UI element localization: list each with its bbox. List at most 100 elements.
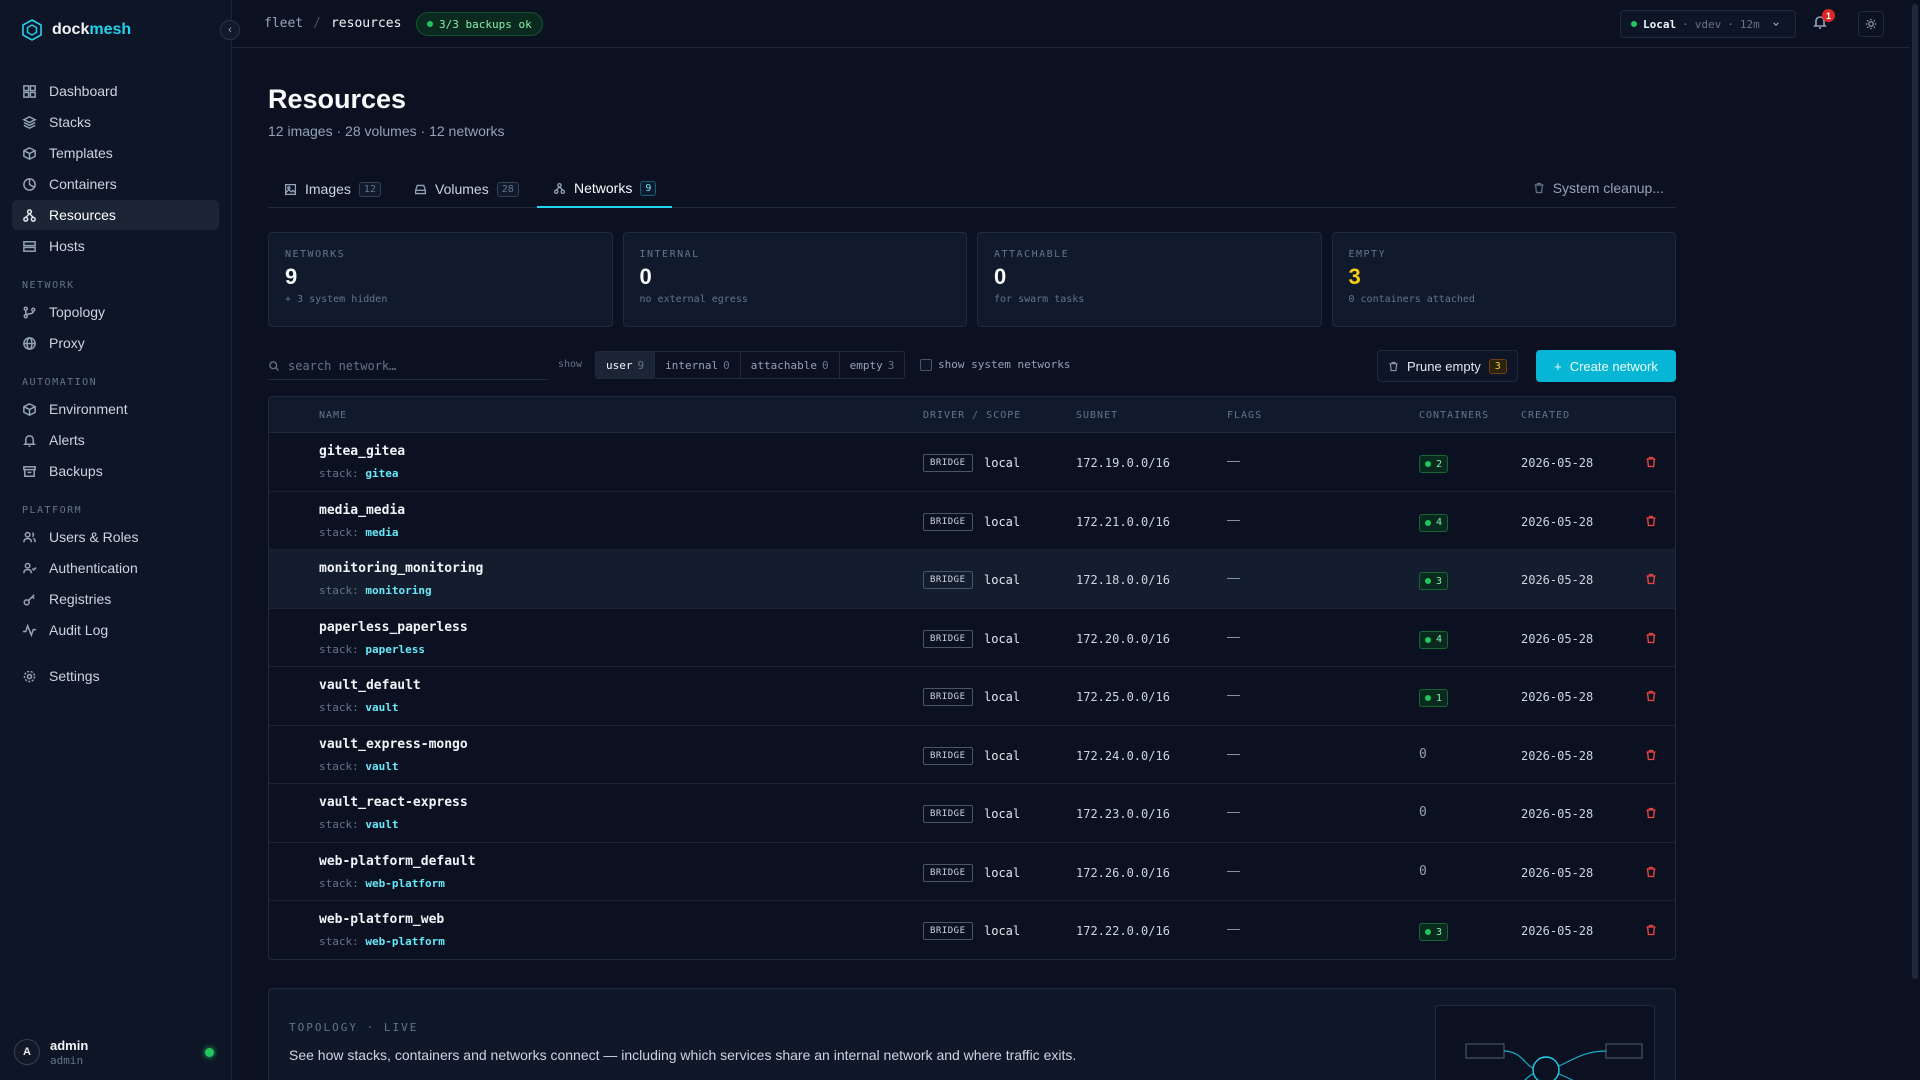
trash-icon xyxy=(1646,690,1656,702)
stat-label: EMPTY xyxy=(1348,249,1387,260)
table-row[interactable]: media_media stack: media BRIDGE local 172.21… xyxy=(269,492,1675,550)
scrollbar-thumb[interactable] xyxy=(1912,4,1918,979)
topology-promo-card[interactable]: TOPOLOGY · LIVE See how stacks, containe… xyxy=(268,988,1676,1080)
table-row[interactable]: web-platform_web stack: web-platform BRIDG… xyxy=(269,901,1675,959)
sidebar-item-settings[interactable]: Settings xyxy=(12,661,219,691)
topology-graph-icon xyxy=(1465,1043,1643,1080)
sidebar-item-label: Environment xyxy=(49,401,128,417)
user-menu[interactable]: A admin admin xyxy=(14,1034,218,1070)
table-row[interactable]: gitea_gitea stack: gitea BRIDGE local 172.19… xyxy=(269,433,1675,492)
show-system-networks-checkbox[interactable] xyxy=(920,358,932,371)
stack-link[interactable]: vault xyxy=(365,760,398,773)
network-name[interactable]: vault_express-mongo xyxy=(319,737,468,752)
network-flags: — xyxy=(1227,745,1240,761)
sidebar-item-proxy[interactable]: Proxy xyxy=(12,328,219,358)
network-name[interactable]: monitoring_monitoring xyxy=(319,561,483,576)
sidebar-item-templates[interactable]: Templates xyxy=(12,138,219,168)
prune-empty-button[interactable]: Prune empty 3 xyxy=(1377,350,1518,382)
filter-user[interactable]: user 9 xyxy=(596,352,656,378)
table-row[interactable]: vault_express-mongo stack: vault BRIDGE loc… xyxy=(269,726,1675,784)
tab-images[interactable]: Images 12 xyxy=(268,170,397,208)
search-input[interactable] xyxy=(288,358,538,373)
stack-link[interactable]: web-platform xyxy=(365,877,444,890)
system-cleanup-button[interactable]: System cleanup... xyxy=(1533,180,1664,196)
breadcrumb-fleet[interactable]: fleet xyxy=(264,16,303,31)
network-name[interactable]: gitea_gitea xyxy=(319,444,405,459)
filter-attachable[interactable]: attachable 0 xyxy=(741,352,840,378)
delete-network-button[interactable] xyxy=(1645,689,1657,705)
brand[interactable]: dockmesh xyxy=(20,18,131,42)
stack-link[interactable]: gitea xyxy=(365,467,398,480)
delete-network-button[interactable] xyxy=(1645,455,1657,471)
sidebar-item-alerts[interactable]: Alerts xyxy=(12,425,219,455)
network-name[interactable]: web-platform_web xyxy=(319,912,444,927)
delete-network-button[interactable] xyxy=(1645,631,1657,647)
containers-count-badge[interactable]: 3 xyxy=(1419,572,1449,590)
table-row[interactable]: vault_react-express stack: vault BRIDGE loc… xyxy=(269,784,1675,843)
sidebar-item-resources[interactable]: Resources xyxy=(12,200,219,230)
column-header-driver[interactable]: DRIVER / SCOPE xyxy=(923,410,1021,421)
delete-network-button[interactable] xyxy=(1645,806,1657,822)
network-stack: stack: paperless xyxy=(319,643,425,656)
stack-link[interactable]: paperless xyxy=(365,643,425,656)
network-name[interactable]: vault_default xyxy=(319,678,421,693)
globe-icon xyxy=(23,336,36,350)
sidebar-item-registries[interactable]: Registries xyxy=(12,584,219,614)
column-header-created[interactable]: CREATED xyxy=(1521,410,1570,421)
table-row[interactable]: vault_default stack: vault BRIDGE local 172.… xyxy=(269,667,1675,726)
sidebar-item-dashboard[interactable]: Dashboard xyxy=(12,76,219,106)
delete-network-button[interactable] xyxy=(1645,514,1657,530)
show-system-networks-toggle[interactable]: show system networks xyxy=(920,358,1070,371)
stack-link[interactable]: vault xyxy=(365,701,398,714)
create-network-button[interactable]: + Create network xyxy=(1536,350,1676,382)
stack-link[interactable]: media xyxy=(365,526,398,539)
network-name[interactable]: media_media xyxy=(319,503,405,518)
table-row[interactable]: monitoring_monitoring stack: monitoring BR… xyxy=(269,550,1675,609)
containers-count-badge[interactable]: 4 xyxy=(1419,513,1449,532)
stack-link[interactable]: monitoring xyxy=(365,584,431,597)
sidebar-item-containers[interactable]: Containers xyxy=(12,169,219,199)
filter-internal[interactable]: internal 0 xyxy=(655,352,741,378)
sidebar-item-authentication[interactable]: Authentication xyxy=(12,553,219,583)
column-header-name[interactable]: NAME xyxy=(319,410,347,421)
containers-count-badge[interactable]: 4 xyxy=(1419,630,1449,649)
backup-status-badge[interactable]: 3/3 backups ok xyxy=(416,12,543,36)
column-header-containers[interactable]: CONTAINERS xyxy=(1419,410,1489,421)
sidebar-item-topology[interactable]: Topology xyxy=(12,297,219,327)
sidebar-item-stacks[interactable]: Stacks xyxy=(12,107,219,137)
containers-count-badge[interactable]: 3 xyxy=(1419,923,1449,941)
column-header-subnet[interactable]: SUBNET xyxy=(1076,410,1118,421)
stack-link[interactable]: vault xyxy=(365,818,398,831)
containers-count-badge[interactable]: 1 xyxy=(1419,689,1449,707)
containers-count: 4 xyxy=(1436,634,1443,645)
table-header: NAME DRIVER / SCOPE SUBNET FLAGS CONTAIN… xyxy=(269,397,1675,433)
table-row[interactable]: web-platform_default stack: web-platform B… xyxy=(269,843,1675,901)
page-title: Resources xyxy=(268,84,407,114)
table-row[interactable]: paperless_paperless stack: paperless BRIDG… xyxy=(269,609,1675,667)
sidebar-item-users-roles[interactable]: Users & Roles xyxy=(12,522,219,552)
filter-empty[interactable]: empty 3 xyxy=(840,352,905,378)
brand-name: dockmesh xyxy=(52,21,132,38)
network-name[interactable]: web-platform_default xyxy=(319,854,476,869)
containers-count-badge[interactable]: 2 xyxy=(1419,455,1449,473)
delete-network-button[interactable] xyxy=(1645,748,1657,764)
sidebar-item-backups[interactable]: Backups xyxy=(12,456,219,486)
delete-network-button[interactable] xyxy=(1645,572,1657,588)
containers-count: 0 xyxy=(1419,805,1427,820)
system-cleanup-label: System cleanup... xyxy=(1552,180,1664,196)
page-scrollbar[interactable] xyxy=(1910,0,1920,1080)
delete-network-button[interactable] xyxy=(1645,923,1657,939)
delete-network-button[interactable] xyxy=(1645,865,1657,881)
sidebar-item-hosts[interactable]: Hosts xyxy=(12,231,219,261)
sidebar-item-audit-log[interactable]: Audit Log xyxy=(12,615,219,645)
stack-link[interactable]: web-platform xyxy=(365,935,444,948)
tab-volumes[interactable]: Volumes 28 xyxy=(398,170,535,208)
theme-toggle-button[interactable] xyxy=(1858,11,1884,37)
resource-tabs: Images 12 Volumes 28 Networks 9 System c… xyxy=(268,170,1676,208)
tab-networks[interactable]: Networks 9 xyxy=(537,170,673,208)
sidebar-item-environment[interactable]: Environment xyxy=(12,394,219,424)
gear-icon xyxy=(23,670,36,682)
network-name[interactable]: vault_react-express xyxy=(319,795,468,810)
network-name[interactable]: paperless_paperless xyxy=(319,620,468,635)
host-selector[interactable]: Local · vdev · 12m xyxy=(1620,10,1796,38)
